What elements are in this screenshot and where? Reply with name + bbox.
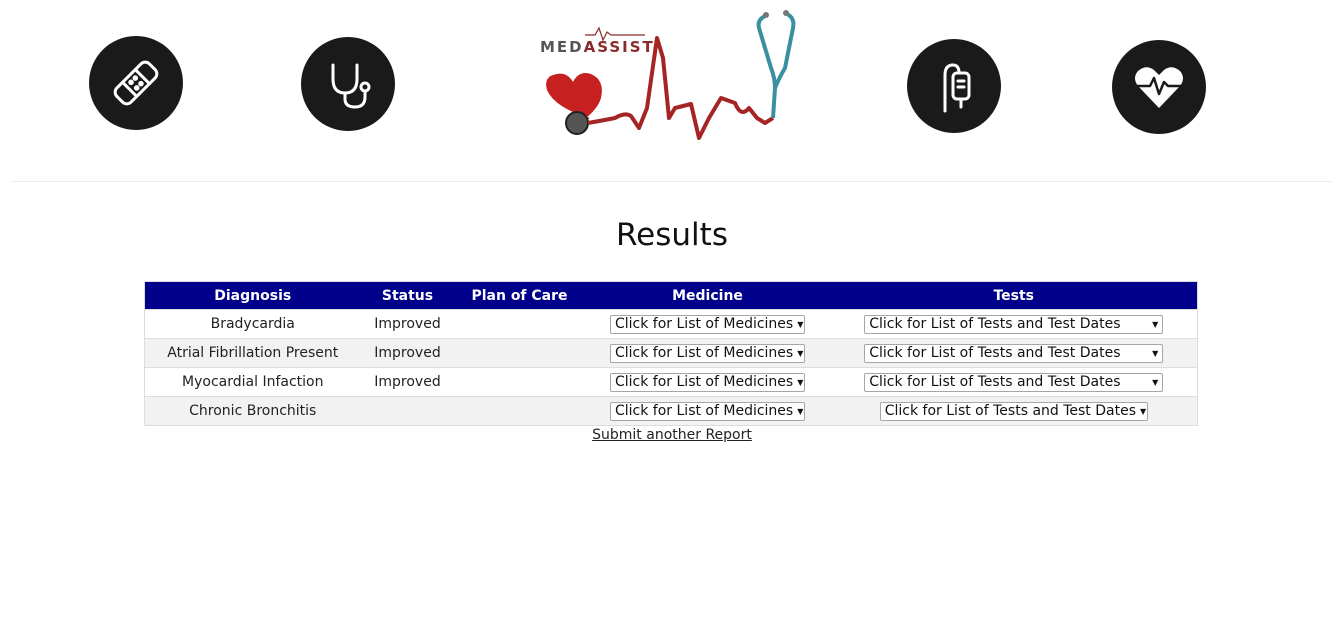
chevron-down-icon: ▼ <box>797 348 804 358</box>
tests-select[interactable]: Click for List of Tests and Test Dates ▼ <box>864 372 1164 392</box>
table-row: Atrial Fibrillation Present Improved Cli… <box>144 338 1198 368</box>
chevron-down-icon: ▼ <box>1152 348 1159 358</box>
chevron-down-icon: ▼ <box>1140 406 1147 416</box>
tests-select[interactable]: Click for List of Tests and Test Dates ▼ <box>864 314 1164 334</box>
logo-text: MEDASSIST <box>540 38 655 56</box>
chevron-down-icon: ▼ <box>1152 319 1159 329</box>
header-divider <box>10 181 1332 182</box>
table-row: Myocardial Infaction Improved Click for … <box>144 367 1198 397</box>
chevron-down-icon: ▼ <box>797 319 804 329</box>
tests-cell: Click for List of Tests and Test Dates ▼ <box>830 396 1198 426</box>
medicine-select[interactable]: Click for List of Medicines ▼ <box>610 314 805 334</box>
page-title: Results <box>616 217 728 253</box>
medicine-select[interactable]: Click for List of Medicines ▼ <box>610 401 805 421</box>
chevron-down-icon: ▼ <box>797 377 804 387</box>
heart-pulse-icon[interactable] <box>1112 40 1206 134</box>
site-header: MEDASSIST <box>0 0 1344 182</box>
bandage-icon[interactable] <box>89 36 183 130</box>
table-row: Bradycardia Improved Click for List of M… <box>144 309 1198 339</box>
header-medicine: Medicine <box>584 281 831 310</box>
diagnosis-cell: Myocardial Infaction <box>144 367 361 397</box>
heart-stethoscope-graphic <box>546 10 796 140</box>
status-cell: Improved <box>360 309 455 339</box>
header-tests: Tests <box>830 281 1198 310</box>
tests-cell: Click for List of Tests and Test Dates ▼ <box>830 309 1198 339</box>
iv-bag-icon[interactable] <box>907 39 1001 133</box>
results-table: Diagnosis Status Plan of Care Medicine T… <box>144 281 1198 426</box>
status-cell <box>360 396 455 426</box>
stethoscope-icon[interactable] <box>301 37 395 131</box>
submit-another-report-text[interactable]: Submit another Report <box>592 427 752 443</box>
chevron-down-icon: ▼ <box>797 406 804 416</box>
diagnosis-cell: Atrial Fibrillation Present <box>144 338 361 368</box>
diagnosis-cell: Chronic Bronchitis <box>144 396 361 426</box>
plan-cell <box>454 396 585 426</box>
status-cell: Improved <box>360 367 455 397</box>
header-diagnosis: Diagnosis <box>144 281 361 310</box>
plan-cell <box>454 338 585 368</box>
status-cell: Improved <box>360 338 455 368</box>
table-row: Chronic Bronchitis Click for List of Med… <box>144 396 1198 426</box>
chevron-down-icon: ▼ <box>1152 377 1159 387</box>
tests-select[interactable]: Click for List of Tests and Test Dates ▼ <box>879 401 1148 421</box>
medicine-cell: Click for List of Medicines ▼ <box>584 367 831 397</box>
table-header-row: Diagnosis Status Plan of Care Medicine T… <box>144 281 1198 310</box>
medicine-select[interactable]: Click for List of Medicines ▼ <box>610 372 805 392</box>
medicine-cell: Click for List of Medicines ▼ <box>584 396 831 426</box>
header-status: Status <box>360 281 455 310</box>
diagnosis-cell: Bradycardia <box>144 309 361 339</box>
medicine-cell: Click for List of Medicines ▼ <box>584 338 831 368</box>
medicine-cell: Click for List of Medicines ▼ <box>584 309 831 339</box>
submit-another-report-link: Submit another Report <box>0 427 1344 443</box>
tests-select[interactable]: Click for List of Tests and Test Dates ▼ <box>864 343 1164 363</box>
plan-cell <box>454 367 585 397</box>
plan-cell <box>454 309 585 339</box>
header-plan-of-care: Plan of Care <box>454 281 585 310</box>
medassist-logo[interactable]: MEDASSIST <box>535 8 805 150</box>
tests-cell: Click for List of Tests and Test Dates ▼ <box>830 367 1198 397</box>
tests-cell: Click for List of Tests and Test Dates ▼ <box>830 338 1198 368</box>
medicine-select[interactable]: Click for List of Medicines ▼ <box>610 343 805 363</box>
